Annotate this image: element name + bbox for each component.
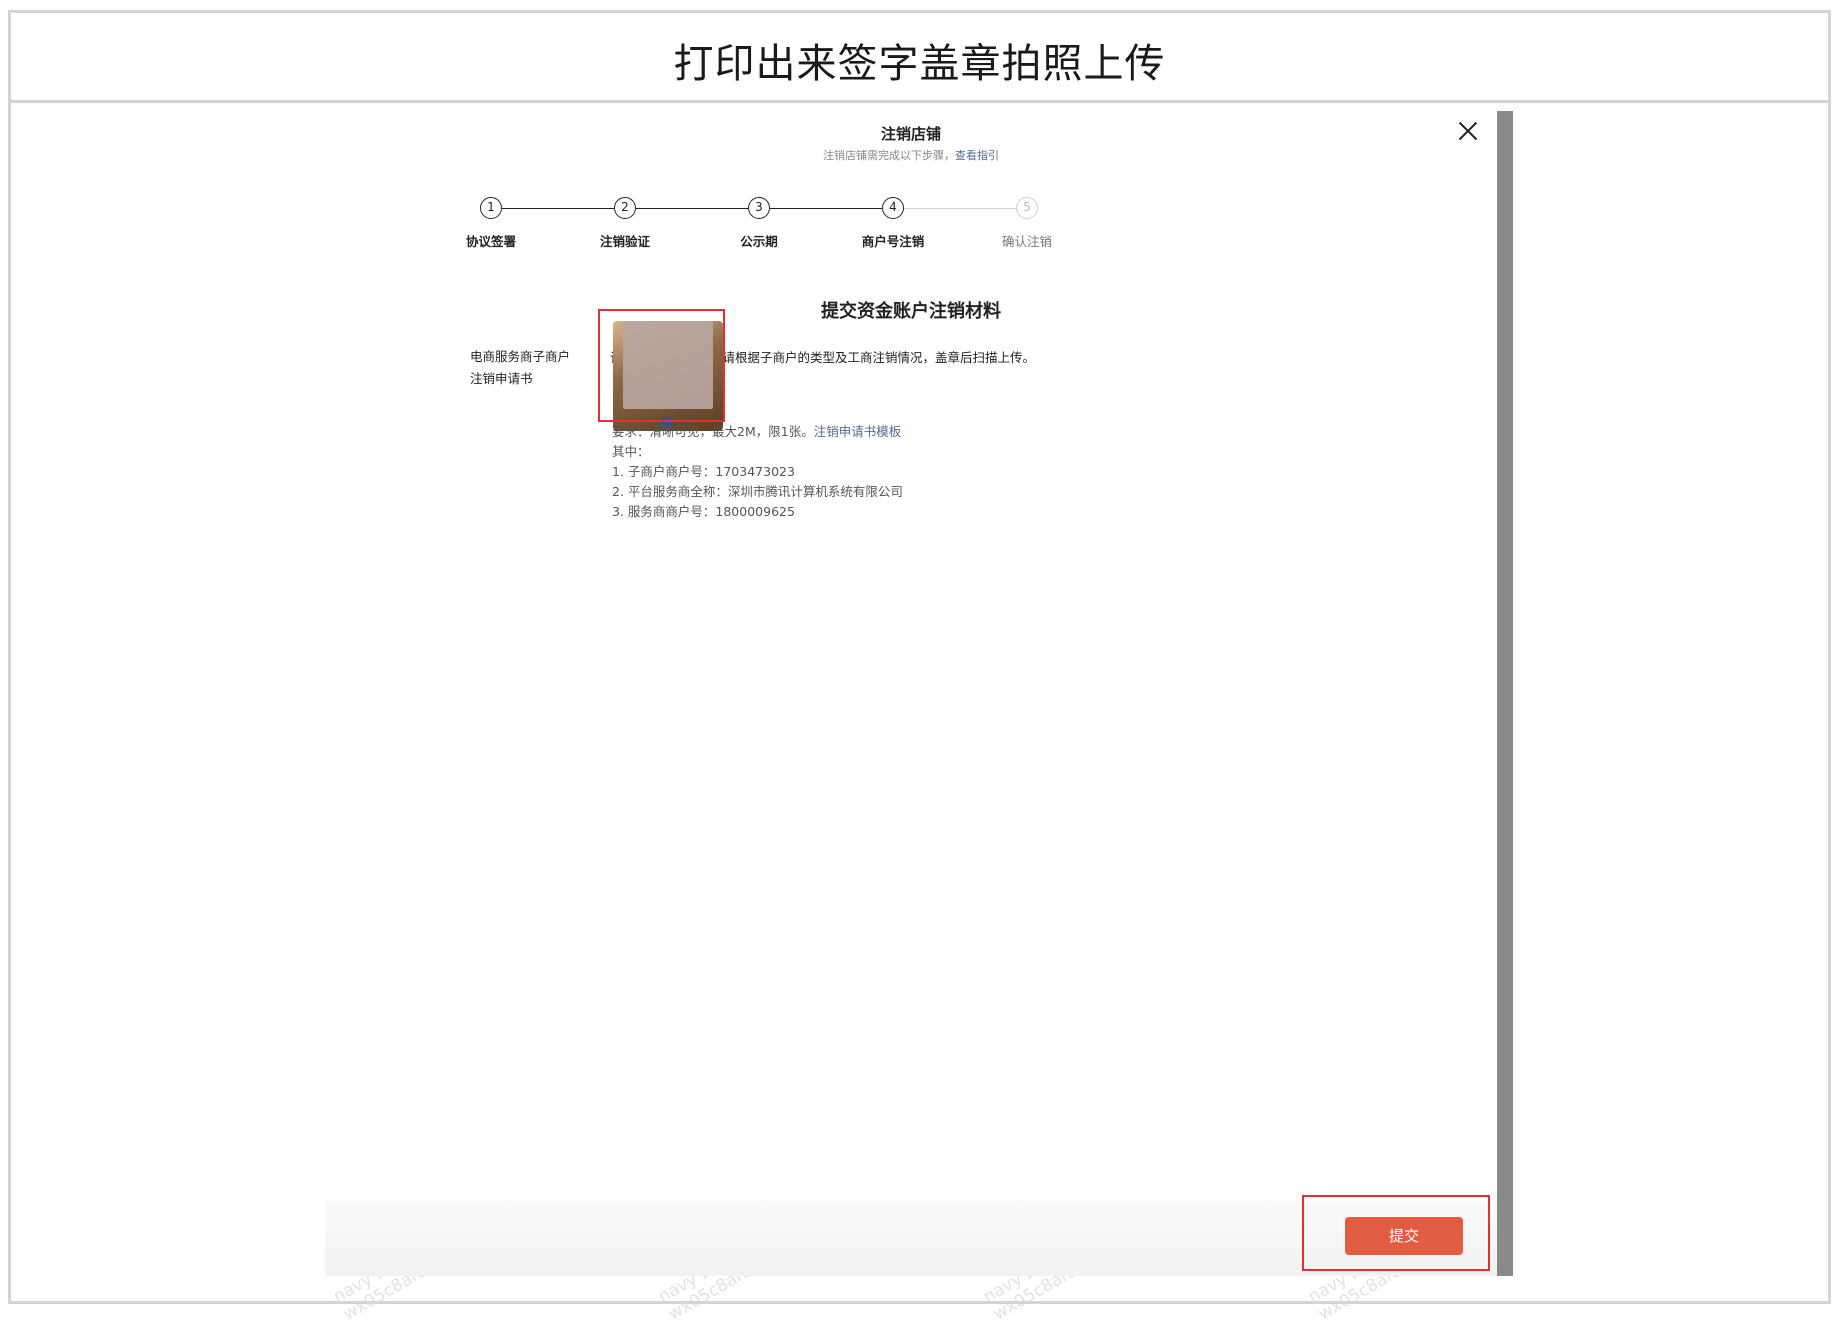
step-1-circle: 1 [480,197,502,219]
page-header: 打印出来签字盖章拍照上传 [8,10,1831,103]
step-2-circle: 2 [614,197,636,219]
scrollbar[interactable] [1497,111,1513,1276]
dialog-subtitle: 注销店铺需完成以下步骤，查看指引 [823,149,999,162]
page-title: 打印出来签字盖章拍照上传 [673,41,1166,87]
step-progress: 1 2 3 4 5 协议签署 注销验证 公示期 商户号注销 确认注销 [325,193,1497,253]
step-connector [770,208,882,209]
field-label: 电商服务商子商户 注销申请书 [470,349,571,386]
step-5-label: 确认注销 [1001,234,1052,249]
step-4-circle: 4 [882,197,904,219]
step-5-circle: 5 [1016,197,1038,219]
view-guide-link[interactable]: 查看指引 [955,149,999,162]
step-connector [636,208,748,209]
scroll-thumb[interactable] [1497,111,1513,1276]
step-3-label: 公示期 [740,234,778,249]
step-4-label: 商户号注销 [861,234,925,249]
dialog-title: 注销店铺 [880,125,941,143]
submit-button[interactable]: 提交 [1345,1217,1463,1255]
step-connector [502,208,614,209]
step-3-circle: 3 [748,197,770,219]
cancel-store-dialog: 注销店铺 注销店铺需完成以下步骤，查看指引 1 2 3 4 5 协议签署 注销验… [325,111,1497,1276]
step-2-label: 注销验证 [599,234,650,249]
template-link[interactable]: 注销申请书模板 [814,424,902,439]
requirements-text: 要求：清晰可见，最大2M，限1张。注销申请书模板 其中： 1. 子商户商户号：1… [612,424,903,519]
step-1-label: 协议签署 [465,234,516,249]
highlight-box [598,309,725,422]
section-title: 提交资金账户注销材料 [821,301,1001,322]
step-connector [904,208,1016,209]
